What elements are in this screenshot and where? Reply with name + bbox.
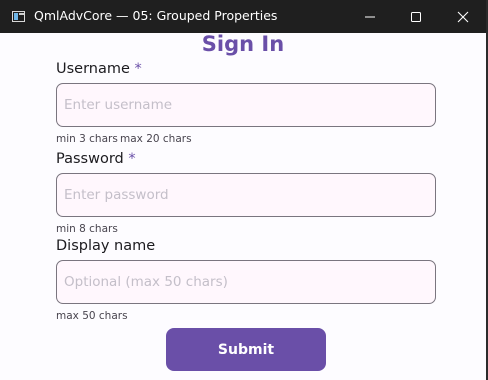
password-input[interactable] xyxy=(56,173,436,217)
username-label-text: Username xyxy=(56,61,130,77)
title-bar[interactable]: QmlAdvCore — 05: Grouped Properties xyxy=(0,0,486,33)
app-window-icon xyxy=(12,11,25,22)
password-label-text: Password xyxy=(56,151,124,167)
display-name-label: Display name xyxy=(56,238,155,254)
username-min-hint: min 3 chars xyxy=(56,133,118,145)
window-title: QmlAdvCore — 05: Grouped Properties xyxy=(34,8,278,23)
username-label: Username * xyxy=(56,61,142,77)
maximize-button[interactable] xyxy=(393,0,439,33)
page-title: Sign In xyxy=(201,32,285,56)
submit-button[interactable]: Submit xyxy=(166,328,326,371)
close-button[interactable] xyxy=(440,0,486,33)
username-input[interactable] xyxy=(56,83,436,127)
username-required-mark: * xyxy=(134,61,142,77)
minimize-button[interactable] xyxy=(347,0,393,33)
display-name-label-text: Display name xyxy=(56,238,156,254)
maximize-icon xyxy=(411,11,421,22)
password-label: Password * xyxy=(56,151,136,167)
app-window: QmlAdvCore — 05: Grouped Properties Sign… xyxy=(0,0,486,380)
close-icon xyxy=(457,11,469,22)
minimize-icon xyxy=(365,16,375,17)
password-required-mark: * xyxy=(128,151,136,167)
display-name-max-hint: max 50 chars xyxy=(56,310,128,322)
display-name-input[interactable] xyxy=(56,260,436,304)
username-max-hint: max 20 chars xyxy=(120,133,192,145)
password-min-hint: min 8 chars xyxy=(56,223,118,235)
